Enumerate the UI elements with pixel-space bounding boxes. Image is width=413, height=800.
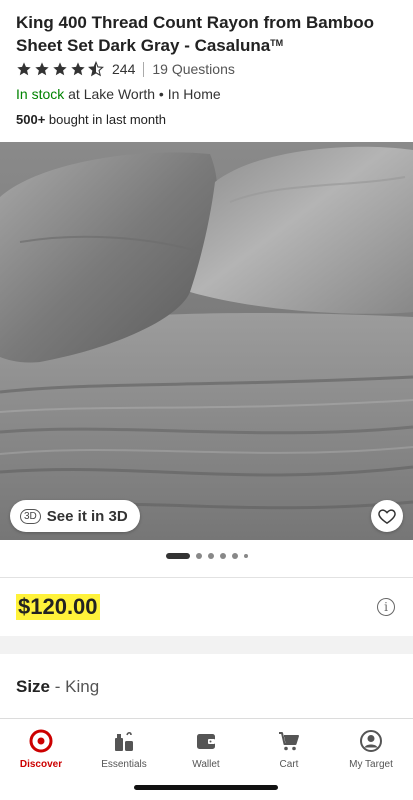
price-section: $120.00 i — [0, 578, 413, 636]
home-indicator[interactable] — [134, 785, 278, 790]
product-image[interactable] — [0, 142, 413, 540]
3d-icon: 3D — [20, 508, 41, 524]
carousel-dot[interactable] — [231, 553, 238, 559]
size-value: - King — [50, 677, 100, 696]
tab-label: My Target — [349, 759, 393, 770]
heart-outline-icon — [378, 509, 396, 524]
carousel-dot-active[interactable] — [165, 553, 190, 559]
view-in-3d-button[interactable]: 3D See it in 3D — [10, 500, 140, 532]
size-label: Size — [16, 677, 51, 696]
wallet-icon — [194, 729, 218, 753]
tab-discover[interactable]: Discover — [0, 729, 82, 770]
carousel-dot[interactable] — [207, 553, 214, 559]
account-icon — [359, 729, 383, 753]
target-bullseye-icon — [29, 729, 53, 753]
product-title: King 400 Thread Count Rayon from Bamboo … — [16, 12, 406, 56]
star-half-icon — [88, 61, 104, 77]
tab-label: Wallet — [192, 759, 220, 770]
tab-label: Essentials — [101, 759, 147, 770]
stock-status: In stock — [16, 86, 65, 102]
rating-row[interactable]: 244 19 Questions — [16, 59, 235, 79]
cart-icon — [277, 729, 301, 753]
product-title-text: King 400 Thread Count Rayon from Bamboo … — [16, 13, 374, 55]
purchase-count: 500+ bought in last month — [16, 112, 166, 127]
tab-my-target[interactable]: My Target — [330, 729, 412, 770]
questions-link[interactable]: 19 Questions — [152, 61, 235, 77]
tab-essentials[interactable]: Essentials — [83, 729, 165, 770]
stock-location[interactable]: at Lake Worth — [64, 86, 155, 102]
bought-text: bought in last month — [45, 112, 166, 127]
trademark-mark: TM — [270, 38, 284, 48]
divider — [143, 61, 145, 77]
favorite-button[interactable] — [371, 500, 403, 532]
carousel-dot[interactable] — [195, 553, 202, 559]
star-full-icon — [35, 62, 49, 76]
rating-count[interactable]: 244 — [112, 61, 135, 77]
section-spacer — [0, 636, 413, 654]
carousel-dot[interactable] — [243, 554, 248, 558]
info-icon[interactable]: i — [377, 598, 395, 616]
image-carousel-indicator[interactable] — [0, 553, 413, 559]
bought-count: 500+ — [16, 112, 46, 127]
star-full-icon — [71, 62, 85, 76]
star-full-icon — [17, 62, 31, 76]
carousel-dot[interactable] — [219, 553, 226, 559]
tab-label: Discover — [19, 759, 63, 770]
tab-cart[interactable]: Cart — [248, 729, 330, 770]
tab-label: Cart — [279, 759, 299, 770]
essentials-icon — [112, 729, 136, 753]
stock-row: In stock at Lake Worth • In Home — [16, 86, 221, 102]
product-price: $120.00 — [16, 594, 100, 620]
sheet-photo — [0, 142, 413, 540]
tab-wallet[interactable]: Wallet — [165, 729, 247, 770]
fulfillment-type: • In Home — [155, 86, 221, 102]
size-selector[interactable]: Size - King — [16, 677, 99, 697]
view-in-3d-label: See it in 3D — [46, 507, 128, 525]
star-rating — [16, 61, 104, 77]
star-full-icon — [53, 62, 67, 76]
